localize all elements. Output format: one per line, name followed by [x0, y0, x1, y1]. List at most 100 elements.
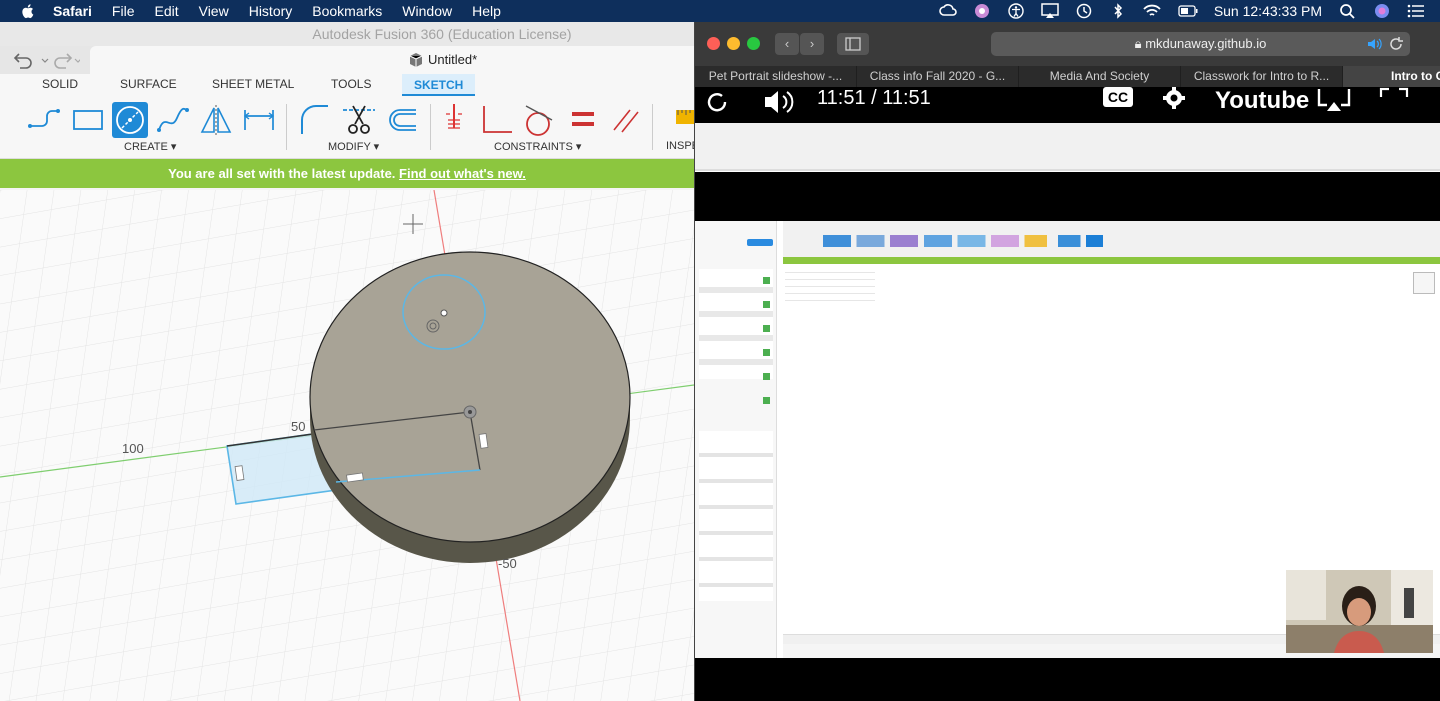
creative-cloud-icon[interactable]: [938, 3, 958, 19]
time-machine-icon[interactable]: [1074, 3, 1094, 19]
tangent-constraint-icon[interactable]: [520, 102, 556, 138]
video-browser-tree: [785, 266, 875, 306]
menu-safari[interactable]: Safari: [53, 3, 92, 19]
document-title: Untitled*: [428, 52, 478, 67]
create-group-label[interactable]: CREATE ▾: [124, 140, 176, 153]
browser-tab[interactable]: Class info Fall 2020 - G...: [857, 66, 1019, 87]
airplay-video-icon[interactable]: [1317, 87, 1351, 113]
browser-tab-active[interactable]: Intro to C...: [1343, 66, 1440, 87]
tab-sketch[interactable]: SKETCH: [402, 74, 476, 96]
accessibility-icon[interactable]: [1006, 3, 1026, 19]
safari-toolbar: ‹ › 🔒︎ mkdunaway.github.io: [695, 22, 1440, 66]
minimize-window-button[interactable]: [727, 37, 740, 50]
video-viewcube-icon: [1413, 272, 1435, 294]
video-panel-samples: [699, 431, 773, 601]
perpendicular-constraint-icon[interactable]: [478, 102, 514, 138]
captions-button[interactable]: CC: [1103, 87, 1133, 107]
whats-new-link[interactable]: Find out what's new.: [399, 166, 526, 181]
battery-icon[interactable]: [1176, 3, 1200, 19]
speaker-audio-icon[interactable]: [1366, 36, 1382, 52]
constraints-group-label[interactable]: CONSTRAINTS ▾: [494, 140, 581, 153]
airplay-icon[interactable]: [1040, 3, 1060, 19]
undo-redo-icons[interactable]: [10, 50, 80, 70]
ribbon-separator: [430, 104, 431, 150]
rectangle-tool-icon[interactable]: [70, 102, 106, 138]
fullscreen-icon[interactable]: [1379, 87, 1409, 109]
youtube-logo[interactable]: Youtube: [1215, 87, 1309, 115]
trim-scissors-icon[interactable]: [341, 102, 377, 138]
siri-icon[interactable]: [1372, 3, 1392, 19]
video-time: 11:51 / 11:51: [817, 87, 931, 109]
circle-center-point[interactable]: [440, 309, 448, 317]
menu-help[interactable]: Help: [472, 3, 501, 19]
video-frame-screen-recording: [695, 221, 1440, 658]
safari-window: ‹ › 🔒︎ mkdunaway.github.io Pet Portrait …: [694, 22, 1440, 701]
coincident-constraint-icon[interactable]: [436, 102, 472, 138]
tab-tools[interactable]: TOOLS: [331, 77, 371, 91]
spotlight-search-icon[interactable]: [1338, 3, 1358, 19]
menu-window[interactable]: Window: [402, 3, 452, 19]
fillet-tool-icon[interactable]: [296, 102, 332, 138]
video-panel-list: [699, 269, 773, 379]
tab-surface[interactable]: SURFACE: [120, 77, 177, 91]
video-panel-badge: [763, 277, 770, 284]
bluetooth-icon[interactable]: [1108, 3, 1128, 19]
forward-button[interactable]: ›: [800, 33, 824, 55]
browser-tab[interactable]: Pet Portrait slideshow -...: [695, 66, 857, 87]
notification-list-icon[interactable]: [1406, 3, 1426, 19]
design-canvas[interactable]: 100 50 -50: [0, 190, 694, 701]
menu-edit[interactable]: Edit: [154, 3, 178, 19]
fusion-window: Autodesk Fusion 360 (Education License) …: [0, 22, 694, 701]
cylinder-top-face[interactable]: [309, 251, 631, 543]
address-bar[interactable]: 🔒︎ mkdunaway.github.io: [991, 32, 1410, 56]
equal-constraint-icon[interactable]: [565, 102, 601, 138]
menu-view[interactable]: View: [199, 3, 229, 19]
settings-gear-icon[interactable]: [1161, 87, 1187, 111]
browser-tab[interactable]: Classwork for Intro to R...: [1181, 66, 1343, 87]
webcam-person-image: [1286, 570, 1433, 653]
browser-tab[interactable]: Media And Society: [1019, 66, 1181, 87]
modify-group-label[interactable]: MODIFY ▾: [328, 140, 379, 153]
menubar-clock[interactable]: Sun 12:43:33 PM: [1214, 3, 1322, 19]
video-player[interactable]: [695, 172, 1440, 701]
ribbon-separator: [286, 104, 287, 150]
spline-tool-icon[interactable]: [155, 102, 191, 138]
dimension-label-50: 50: [291, 419, 305, 434]
video-update-banner: [783, 257, 1440, 264]
inspect-group-label[interactable]: INSPE: [666, 140, 694, 152]
video-panel-badge: [763, 349, 770, 356]
siri-color-icon[interactable]: [972, 3, 992, 19]
close-window-button[interactable]: [707, 37, 720, 50]
menu-file[interactable]: File: [112, 3, 135, 19]
address-bar-url: mkdunaway.github.io: [1145, 36, 1267, 51]
menu-bookmarks[interactable]: Bookmarks: [312, 3, 382, 19]
apple-icon[interactable]: [19, 2, 37, 20]
measure-tool-icon[interactable]: [670, 102, 694, 138]
video-fusion-toolbar: [783, 221, 1440, 257]
vertical-constraint-icon: [478, 433, 489, 449]
zoom-window-button[interactable]: [747, 37, 760, 50]
circle-tool-icon[interactable]: [112, 102, 148, 138]
back-button[interactable]: ‹: [775, 33, 799, 55]
video-control-bar: 11:51 / 11:51 CC Youtube: [695, 87, 1440, 123]
horizontal-constraint-icon: [234, 465, 245, 481]
tab-solid[interactable]: SOLID: [42, 77, 78, 91]
reload-icon[interactable]: [1388, 36, 1404, 52]
line-tool-icon[interactable]: [26, 102, 62, 138]
parallel-constraint-icon[interactable]: [608, 102, 644, 138]
menu-bar: Safari File Edit View History Bookmarks …: [0, 0, 1440, 22]
volume-icon[interactable]: [763, 89, 795, 115]
replay-icon[interactable]: [705, 89, 731, 115]
offset-tool-icon[interactable]: [384, 102, 420, 138]
sidebar-icon: [845, 37, 861, 51]
ribbon-separator: [652, 104, 653, 150]
mirror-tool-icon[interactable]: [198, 102, 234, 138]
wifi-icon[interactable]: [1142, 3, 1162, 19]
sidebar-toggle-button[interactable]: [837, 33, 869, 55]
video-panel-badge: [763, 301, 770, 308]
origin-point-dot: [468, 410, 472, 414]
menu-history[interactable]: History: [249, 3, 293, 19]
document-tab[interactable]: Untitled*: [90, 46, 694, 74]
dimension-tool-icon[interactable]: [241, 102, 277, 138]
tab-sheet-metal[interactable]: SHEET METAL: [212, 77, 294, 91]
